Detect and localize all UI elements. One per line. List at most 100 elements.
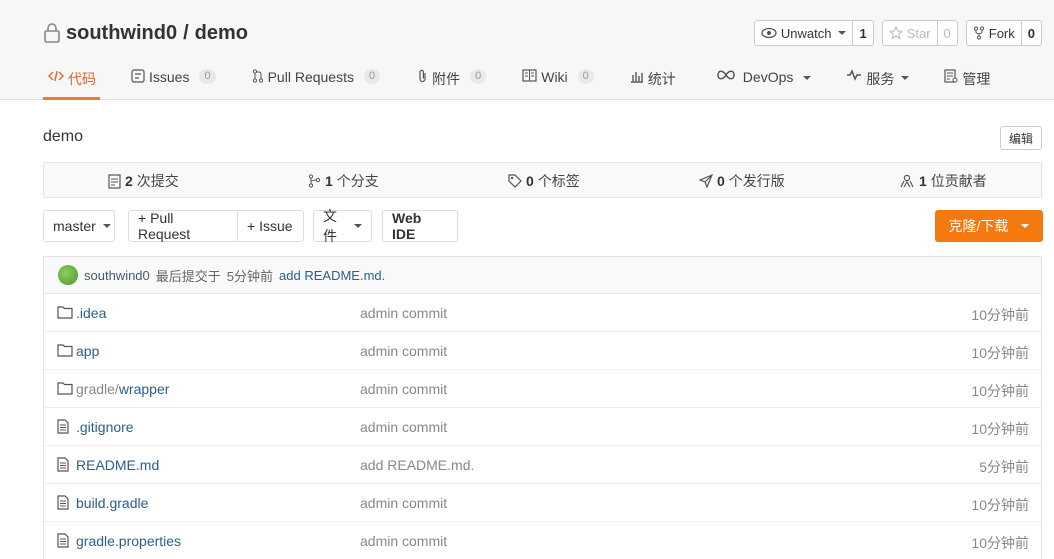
tag-icon: [508, 174, 522, 188]
chevron-down-icon: [1021, 224, 1030, 228]
file-commit-message[interactable]: admin commit: [360, 343, 447, 359]
stat-commits-label: 次提交: [136, 173, 179, 189]
file-commit-time: 10分钟前: [971, 497, 1029, 513]
eye-icon: [761, 27, 777, 39]
tab-attachments[interactable]: 附件 0: [418, 58, 487, 100]
contributors-icon: [900, 174, 914, 188]
file-commit-message[interactable]: admin commit: [360, 381, 447, 397]
tab-manage[interactable]: 管理: [944, 58, 990, 100]
file-commit-message[interactable]: admin commit: [360, 305, 447, 321]
file-name[interactable]: .idea: [76, 305, 106, 321]
fork-button[interactable]: Fork 0: [965, 20, 1042, 46]
avatar[interactable]: [58, 265, 78, 285]
file-commit-time: 10分钟前: [971, 421, 1029, 437]
issues-icon: [131, 69, 145, 83]
commit-icon: [108, 173, 121, 189]
service-icon: [847, 69, 862, 81]
attachment-icon: [419, 69, 426, 83]
stat-contributors-label: 位贡献者: [930, 173, 987, 189]
tab-code[interactable]: 代码: [43, 58, 100, 100]
repo-title: southwind0 / demo: [43, 20, 248, 46]
file-list: .idea admin commit 10分钟前 app admin commit 10分…: [43, 294, 1042, 559]
lock-icon: [44, 23, 60, 43]
files-dropdown-label: 文件: [323, 208, 337, 244]
tab-wiki[interactable]: Wiki 0: [522, 58, 594, 100]
tab-pull-requests-label: Pull Requests: [267, 69, 354, 85]
file-row[interactable]: app admin commit 10分钟前: [44, 332, 1041, 370]
repo-description: demo: [43, 128, 84, 145]
unwatch-count[interactable]: 1: [852, 21, 872, 45]
tab-devops-label: DevOps: [742, 69, 794, 85]
file-row[interactable]: gradle.properties admin commit 10分钟前: [44, 522, 1041, 559]
file-name[interactable]: app: [76, 343, 99, 359]
tab-pull-requests[interactable]: Pull Requests 0: [252, 58, 381, 100]
stat-contributors-count: 1: [919, 173, 927, 189]
stat-branches[interactable]: 1 个分支: [308, 163, 379, 199]
star-button[interactable]: Star 0: [881, 20, 958, 46]
tab-service[interactable]: 服务: [846, 58, 910, 100]
star-icon: [888, 26, 903, 40]
stat-tags[interactable]: 0 个标签: [508, 163, 580, 199]
tab-service-label: 服务: [866, 71, 895, 87]
tab-issues[interactable]: Issues 0: [131, 58, 216, 100]
file-icon: [57, 533, 69, 551]
stat-tags-label: 个标签: [537, 173, 580, 189]
stat-commits[interactable]: 2 次提交: [108, 163, 179, 199]
tab-wiki-label: Wiki: [541, 69, 568, 85]
file-commit-time: 10分钟前: [971, 345, 1029, 361]
commit-message[interactable]: add README.md.: [279, 268, 385, 283]
file-commit-time: 5分钟前: [979, 459, 1029, 475]
file-row[interactable]: README.md add README.md. 5分钟前: [44, 446, 1041, 484]
file-name[interactable]: gradle/wrapper: [76, 381, 169, 397]
stat-releases[interactable]: 0 个发行版: [699, 163, 785, 199]
fork-label: Fork: [988, 25, 1015, 41]
file-commit-message[interactable]: admin commit: [360, 495, 447, 511]
web-ide-button[interactable]: Web IDE: [382, 210, 458, 242]
commit-author[interactable]: southwind0: [84, 268, 150, 283]
file-name[interactable]: gradle.properties: [76, 533, 181, 549]
tab-manage-label: 管理: [962, 71, 991, 87]
edit-description-button[interactable]: 编辑: [999, 126, 1042, 150]
star-label: Star: [906, 25, 931, 41]
fork-count[interactable]: 0: [1020, 21, 1041, 45]
stat-branches-label: 个分支: [336, 173, 379, 189]
file-name-prefix: gradle/: [76, 381, 119, 397]
file-commit-time: 10分钟前: [971, 383, 1029, 399]
new-issue-button[interactable]: + Issue: [237, 210, 304, 242]
tab-attachments-badge: 0: [470, 69, 487, 84]
devops-icon: [717, 70, 735, 80]
stat-branches-count: 1: [325, 173, 333, 189]
file-row[interactable]: .gitignore admin commit 10分钟前: [44, 408, 1041, 446]
repo-name[interactable]: demo: [195, 22, 248, 45]
folder-icon: [57, 305, 73, 322]
files-dropdown[interactable]: 文件: [313, 208, 372, 244]
repo-stats-bar: 2 次提交 1 个分支 0 个标签 0 个发行版 1 位贡献者: [43, 162, 1042, 198]
tab-wiki-badge: 0: [577, 69, 594, 84]
chevron-down-icon: [102, 224, 111, 228]
file-name[interactable]: .gitignore: [76, 419, 134, 435]
repo-header: southwind0 / demo Unwatch 1 Star 0 Fork: [0, 0, 1054, 100]
branch-select[interactable]: master: [43, 210, 115, 242]
release-icon: [699, 174, 713, 188]
clone-download-button[interactable]: 克隆/下载: [935, 210, 1043, 242]
file-row[interactable]: gradle/wrapper admin commit 10分钟前: [44, 370, 1041, 408]
star-count[interactable]: 0: [936, 21, 957, 45]
file-commit-message[interactable]: add README.md.: [360, 457, 474, 473]
repo-owner[interactable]: southwind0: [66, 22, 177, 45]
file-name[interactable]: build.gradle: [76, 495, 148, 511]
unwatch-button[interactable]: Unwatch 1: [753, 20, 874, 46]
file-name-text: gradle.properties: [76, 533, 182, 549]
branch-select-label: master: [53, 218, 96, 234]
new-pull-request-button[interactable]: + Pull Request: [128, 210, 238, 242]
file-row[interactable]: .idea admin commit 10分钟前: [44, 294, 1041, 332]
tab-stats[interactable]: 统计: [630, 58, 676, 100]
commit-text: 最后提交于: [155, 268, 221, 284]
stat-releases-label: 个发行版: [728, 173, 785, 189]
file-name[interactable]: README.md: [76, 457, 159, 473]
file-row[interactable]: build.gradle admin commit 10分钟前: [44, 484, 1041, 522]
commit-time: 5分钟前: [226, 268, 274, 284]
tab-devops[interactable]: DevOps: [716, 58, 812, 100]
file-commit-message[interactable]: admin commit: [360, 419, 447, 435]
stat-contributors[interactable]: 1 位贡献者: [899, 163, 987, 199]
file-commit-message[interactable]: admin commit: [360, 533, 447, 549]
